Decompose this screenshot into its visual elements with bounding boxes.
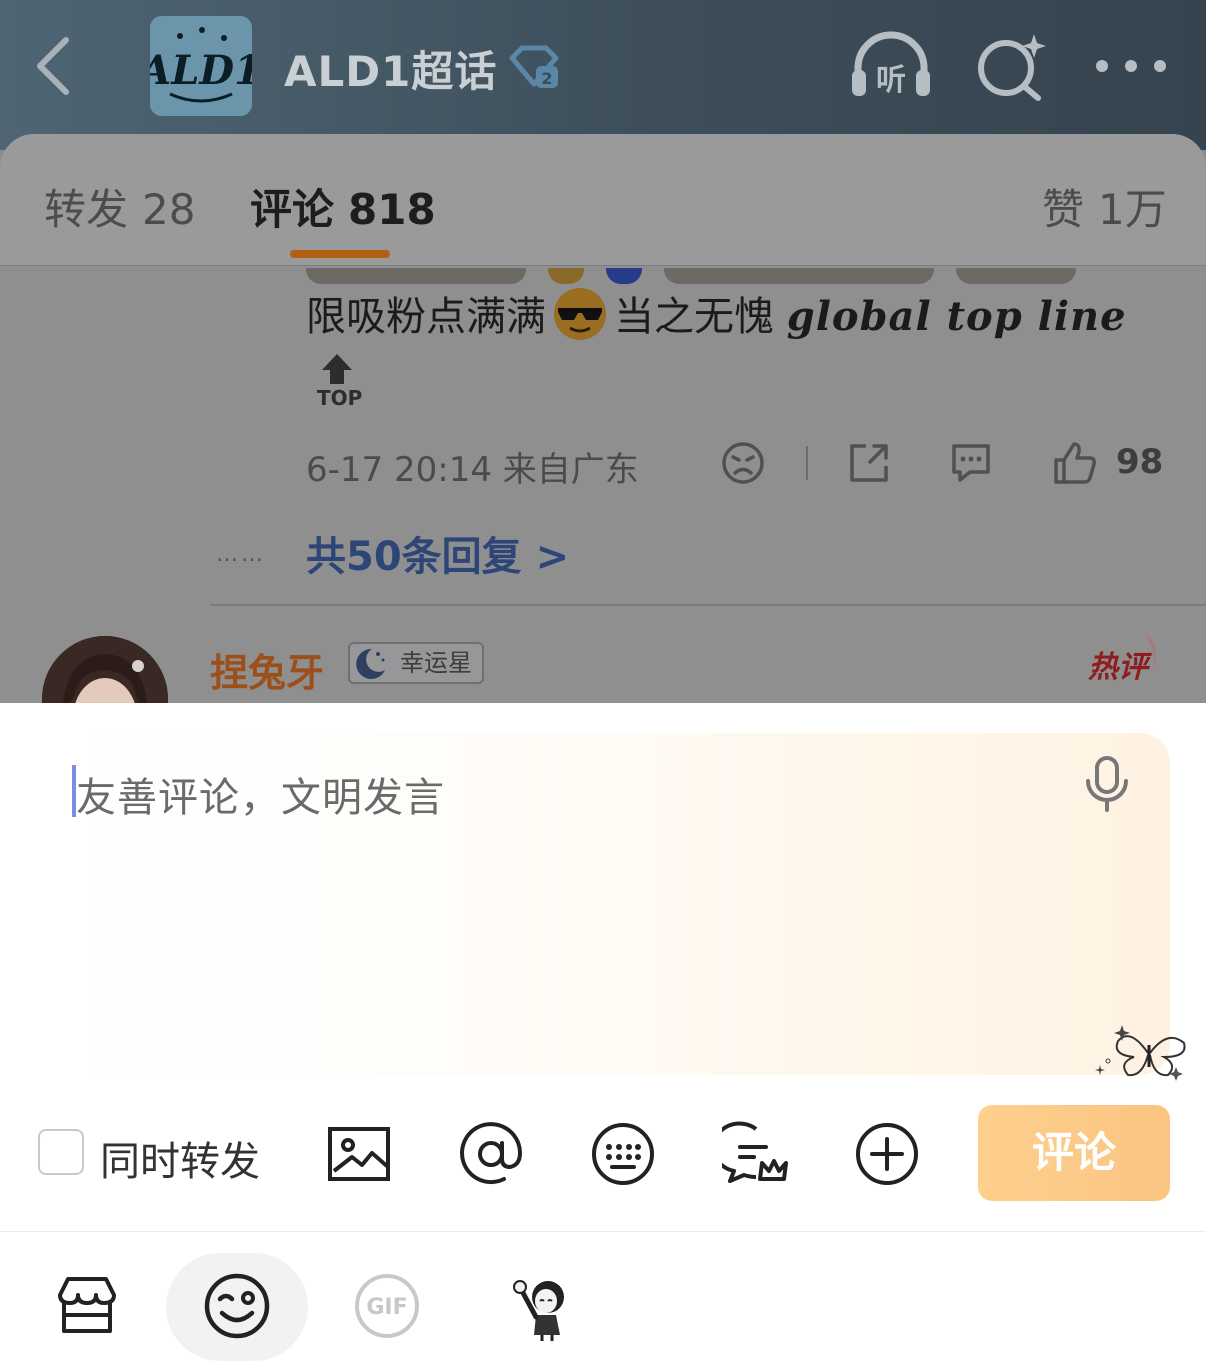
action-divider: [806, 446, 808, 480]
image-icon: [328, 1127, 390, 1181]
sheet-tabs: 转发 28 评论 818 赞 1万: [0, 134, 1206, 266]
keyboard-emoji-button[interactable]: [590, 1121, 656, 1187]
at-sign-icon: [460, 1122, 523, 1185]
butterfly-decoration-icon: [1090, 1021, 1190, 1085]
image-button[interactable]: [326, 1121, 392, 1187]
comment-text: 限吸粉点满满 当之无愧 global top line: [306, 284, 1127, 342]
back-button[interactable]: [30, 34, 80, 98]
dislike-button[interactable]: [720, 440, 766, 486]
view-replies-link[interactable]: 共50条回复 >: [306, 524, 569, 582]
tab-comments[interactable]: 评论 818: [250, 176, 436, 237]
username[interactable]: 捏兔牙: [210, 642, 324, 697]
topic-avatar[interactable]: ALD1: [150, 16, 252, 116]
background-page: ALD1 ALD1超话 2 听: [0, 0, 1206, 703]
mention-button[interactable]: [458, 1121, 524, 1187]
moon-icon: [352, 646, 388, 680]
svg-text:2: 2: [541, 69, 552, 88]
reply-dots: ……: [216, 542, 266, 567]
comments-sheet: 转发 28 评论 818 赞 1万 限吸粉点满满 当之无愧 global top li…: [0, 134, 1206, 703]
voice-input-button[interactable]: [1082, 755, 1132, 813]
top-bar: ALD1 ALD1超话 2 听: [0, 0, 1206, 150]
more-button[interactable]: [1092, 48, 1170, 84]
svg-text:听: 听: [876, 63, 906, 98]
clipped-comment-line: [306, 268, 1146, 284]
more-dots-icon: [1096, 60, 1166, 72]
comment-placeholder: 友善评论，文明发言: [76, 775, 445, 821]
svg-text:ALD1: ALD1: [150, 47, 252, 94]
search-sparkle-icon: [978, 34, 1046, 101]
share-button[interactable]: [846, 440, 892, 486]
plus-circle-icon: [856, 1123, 918, 1185]
share-icon: [850, 444, 888, 482]
cartoon-girl-sticker-icon: [513, 1280, 564, 1341]
cool-sunglasses-emoji-icon: [554, 288, 606, 340]
active-tab-indicator: [290, 250, 390, 258]
like-count: 98: [1116, 442, 1164, 482]
tab-likes[interactable]: 赞 1万: [1042, 176, 1167, 237]
topic-title[interactable]: ALD1超话: [284, 38, 497, 99]
like-button[interactable]: [1052, 440, 1098, 486]
panel-divider: [0, 1231, 1206, 1232]
hot-comment-badge: 热评: [1088, 628, 1168, 685]
comment-fancy-text: global top line: [786, 293, 1127, 340]
headphones-icon: 听: [852, 31, 930, 98]
reply-button[interactable]: [948, 440, 994, 486]
wink-face-icon: [204, 1273, 270, 1339]
emoji-tab-gif[interactable]: GIF: [316, 1253, 458, 1361]
topic-chat-button[interactable]: [711, 1121, 788, 1187]
diamond-level-icon: 2: [508, 44, 560, 90]
comment-meta: 6-17 20:14 来自广东: [306, 450, 639, 490]
search-button[interactable]: [976, 30, 1046, 102]
comment-bubble-icon: [952, 444, 990, 482]
submit-comment-button[interactable]: 评论: [978, 1105, 1170, 1201]
more-options-button[interactable]: [854, 1121, 920, 1187]
comment-text-part: 当之无愧: [614, 294, 774, 340]
repost-label[interactable]: 同时转发: [100, 1129, 260, 1187]
compose-panel: 友善评论，文明发言 同时转发 评论 GIF: [0, 703, 1206, 1364]
user-avatar[interactable]: [42, 636, 168, 703]
keyboard-circle-icon: [592, 1123, 654, 1185]
svg-text:GIF: GIF: [366, 1295, 407, 1320]
repost-checkbox[interactable]: [38, 1129, 84, 1175]
compose-toolbar: 同时转发 评论: [0, 1099, 1206, 1209]
store-icon: [58, 1277, 116, 1333]
topic-logo-icon: ALD1: [150, 16, 252, 116]
chevron-left-icon: [37, 37, 69, 95]
listen-button[interactable]: 听: [848, 30, 934, 102]
sad-face-icon: [722, 442, 764, 484]
comment-separator: [210, 604, 1206, 606]
chat-crown-icon: [711, 1121, 788, 1183]
thumbs-up-icon: [1054, 442, 1096, 484]
emoji-tab-sticker[interactable]: [470, 1253, 612, 1361]
avatar-photo-icon: [42, 636, 168, 703]
microphone-icon: [1086, 756, 1128, 812]
comment-text-part: 限吸粉点满满: [306, 294, 546, 340]
back-to-top[interactable]: TOP: [314, 352, 362, 410]
emoji-tabs: GIF: [0, 1233, 1206, 1364]
gif-icon: GIF: [355, 1274, 419, 1338]
emoji-tab-store[interactable]: [16, 1253, 158, 1361]
emoji-tab-smiley[interactable]: [166, 1253, 308, 1361]
arrow-up-icon: [322, 354, 352, 384]
tab-reposts[interactable]: 转发 28: [44, 176, 195, 237]
